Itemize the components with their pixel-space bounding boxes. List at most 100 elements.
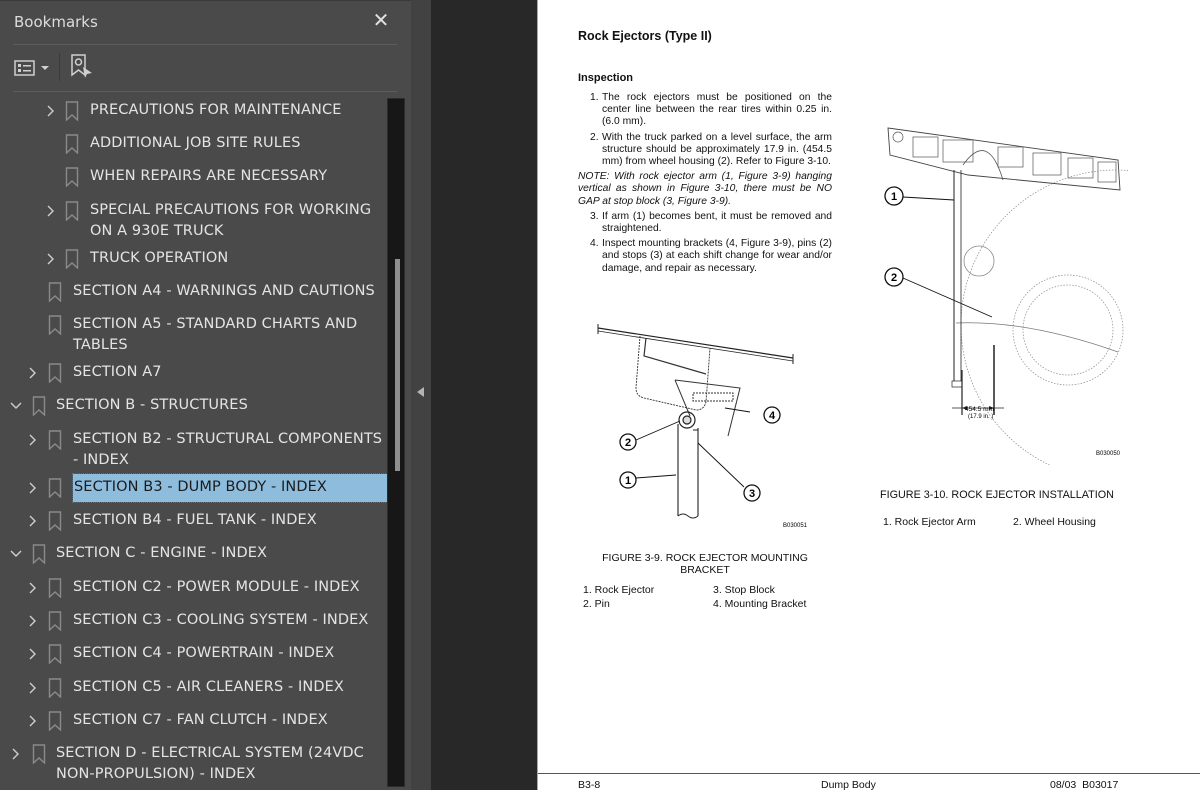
pdf-viewer: Bookmarks ✕ PRECAUTIONS FOR MAINTENANCE … (0, 0, 1200, 790)
bookmark-label: SECTION C - ENGINE - INDEX (56, 545, 268, 561)
bookmark-label: SECTION B - STRUCTURES (56, 397, 248, 413)
bookmark-icon (48, 678, 62, 699)
step-1: 1. The rock ejectors must be positioned … (590, 92, 832, 128)
bookmarks-panel: Bookmarks ✕ PRECAUTIONS FOR MAINTENANCE … (0, 0, 411, 790)
bookmark-icon (48, 644, 62, 665)
bookmark-label: SECTION A5 - STANDARD CHARTS AND TABLES (73, 316, 358, 353)
chevron-right-icon[interactable] (9, 744, 23, 764)
bookmark-tree: PRECAUTIONS FOR MAINTENANCE ADDITIONAL JO… (0, 95, 390, 790)
svg-text:2: 2 (891, 272, 897, 284)
svg-text:1: 1 (625, 475, 631, 487)
panel-title: Bookmarks (14, 13, 98, 31)
inspection-text: 1. The rock ejectors must be positioned … (578, 92, 832, 278)
bracket-dashed-outline (635, 335, 711, 411)
chevron-right-icon[interactable] (44, 201, 58, 221)
bookmark-label: SECTION C5 - AIR CLEANERS - INDEX (73, 679, 344, 695)
find-current-bookmark-button[interactable] (70, 53, 94, 81)
step-4: 4. Inspect mounting brackets (4, Figure … (590, 238, 832, 274)
bookmark-icon (32, 544, 46, 565)
bookmark-label-selected: SECTION B3 - DUMP BODY - INDEX (72, 473, 388, 503)
chevron-right-icon[interactable] (44, 101, 58, 121)
figure-3-10-drawing: 454.5 mm (17.9 in. ) 1 2 B030050 (884, 127, 1128, 465)
bookmarks-scrollbar[interactable] (387, 98, 405, 787)
bookmark-icon (48, 711, 62, 732)
chevron-down-icon[interactable] (9, 544, 23, 564)
close-panel-button[interactable]: ✕ (370, 9, 392, 31)
list-options-icon (14, 60, 35, 76)
bookmark-icon (48, 578, 62, 599)
dropdown-arrow-icon (41, 66, 49, 70)
chevron-right-icon[interactable] (26, 611, 40, 631)
find-current-bookmark-icon (71, 54, 92, 78)
tire-outline (960, 169, 1128, 465)
chevron-right-icon[interactable] (26, 711, 40, 731)
bookmark-icon (48, 478, 62, 499)
body-floor-line (597, 327, 794, 359)
page-title: Rock Ejectors (Type II) (578, 29, 712, 43)
chevron-down-icon[interactable] (9, 396, 23, 416)
chevron-right-icon[interactable] (26, 678, 40, 698)
bookmark-label: SECTION D - ELECTRICAL SYSTEM (24VDC NON… (56, 745, 364, 782)
bookmark-icon (48, 611, 62, 632)
callout-3: 3 (743, 484, 761, 502)
bookmark-label: SPECIAL PRECAUTIONS FOR WORKING ON A 930… (90, 202, 372, 239)
bookmark-label: ADDITIONAL JOB SITE RULES (90, 135, 301, 151)
bookmark-icon (65, 201, 79, 222)
footer-rule (538, 773, 1200, 774)
step-2: 2. With the truck parked on a level surf… (590, 131, 832, 168)
bookmark-options-button[interactable] (14, 54, 50, 82)
footer-section: Dump Body (821, 779, 876, 790)
bookmark-label: SECTION C4 - POWERTRAIN - INDEX (73, 645, 335, 661)
bookmark-label: SECTION A4 - WARNINGS AND CAUTIONS (73, 283, 375, 299)
bookmark-label: SECTION B4 - FUEL TANK - INDEX (73, 512, 317, 528)
bookmark-icon (65, 249, 79, 270)
pdf-page: Rock Ejectors (Type II) Inspection 1. Th… (537, 0, 1200, 790)
header-divider (13, 44, 397, 45)
collapse-panel-arrow-icon[interactable] (417, 387, 424, 397)
chevron-right-icon[interactable] (26, 430, 40, 450)
figure-3-9-drawing: 2 1 3 4 B030051 (597, 324, 808, 529)
bookmark-icon (65, 167, 79, 188)
bookmark-label: SECTION C3 - COOLING SYSTEM - INDEX (73, 612, 369, 628)
section-subheading: Inspection (578, 72, 634, 84)
svg-text:3: 3 (749, 488, 755, 500)
figure-code: B030051 (783, 523, 808, 529)
step-3: 3. If arm (1) becomes bent, it must be r… (590, 210, 832, 235)
chevron-right-icon[interactable] (26, 511, 40, 531)
bookmark-label: SECTION B2 - STRUCTURAL COMPONENTS - IND… (73, 431, 383, 468)
footer-page-number: B3-8 (578, 779, 601, 790)
figure-code: B030050 (1096, 451, 1121, 457)
bookmark-label: PRECAUTIONS FOR MAINTENANCE (90, 102, 342, 118)
figure-3-9-caption: FIGURE 3-9. ROCK EJECTOR MOUNTING BRACKE… (602, 552, 808, 576)
chevron-right-icon[interactable] (26, 644, 40, 664)
bookmark-icon (48, 511, 62, 532)
bookmark-icon (48, 363, 62, 384)
bookmark-icon (65, 134, 79, 155)
bookmark-label: TRUCK OPERATION (90, 250, 229, 266)
chevron-right-icon[interactable] (26, 578, 40, 598)
bookmark-icon (48, 282, 62, 303)
chevron-right-icon[interactable] (26, 363, 40, 383)
footer-date-code: 08/03 B03017 (1050, 779, 1119, 790)
dimension-in: (17.9 in. ) (968, 414, 993, 420)
callout-4: 4 (763, 406, 781, 424)
wheel-housing (1012, 274, 1124, 386)
svg-text:2: 2 (625, 437, 631, 449)
figure-3-10-caption: FIGURE 3-10. ROCK EJECTOR INSTALLATION (880, 489, 1114, 501)
ejector-arm (677, 424, 699, 516)
bookmarks-header: Bookmarks ✕ (0, 1, 411, 45)
bookmark-label: WHEN REPAIRS ARE NECESSARY (90, 168, 328, 184)
dimension-mm: 454.5 mm (965, 406, 994, 413)
chevron-right-icon[interactable] (44, 249, 58, 269)
toolbar-divider-bottom (13, 91, 397, 92)
bookmark-icon (32, 396, 46, 417)
bookmark-icon (48, 430, 62, 451)
callout-1: 1 (884, 186, 904, 206)
svg-text:1: 1 (891, 191, 897, 203)
callout-2: 2 (884, 267, 904, 287)
note-text: NOTE: With rock ejector arm (1, Figure 3… (578, 171, 832, 207)
scrollbar-thumb[interactable] (395, 259, 400, 471)
chevron-right-icon[interactable] (26, 478, 40, 498)
callout-1: 1 (619, 471, 637, 489)
bookmark-label: SECTION C2 - POWER MODULE - INDEX (73, 579, 360, 595)
